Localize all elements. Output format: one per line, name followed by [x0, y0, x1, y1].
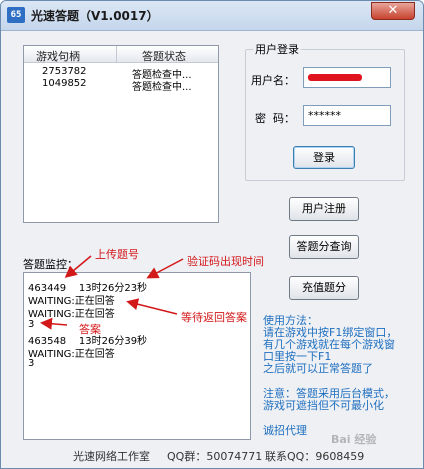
note-line: 游戏可遮挡但不可最小化	[263, 399, 384, 412]
usage-line: 之后就可以正常答题了	[263, 362, 373, 375]
arrow-answer	[40, 317, 68, 330]
annotation-wait-answer: 等待返回答案	[181, 311, 247, 324]
arrow-upload	[64, 255, 92, 278]
footer-contact: 联系QQ：9608459	[265, 450, 365, 463]
arrow-captcha-time	[146, 258, 184, 279]
annotation-upload: 上传题号	[95, 248, 139, 261]
arrow-wait-answer	[126, 298, 178, 315]
app-window: 65 光速答题（V1.0017） ✕ 游戏句柄 答题状态 2753782 答题检…	[0, 0, 424, 469]
annotation-captcha-time: 验证码出现时间	[187, 255, 264, 268]
footer-qq-group: QQ群：50074771	[167, 450, 263, 463]
watermark: Bai 经验	[331, 433, 377, 446]
footer-studio: 光速网络工作室	[73, 450, 150, 463]
annotation-answer: 答案	[79, 323, 101, 336]
